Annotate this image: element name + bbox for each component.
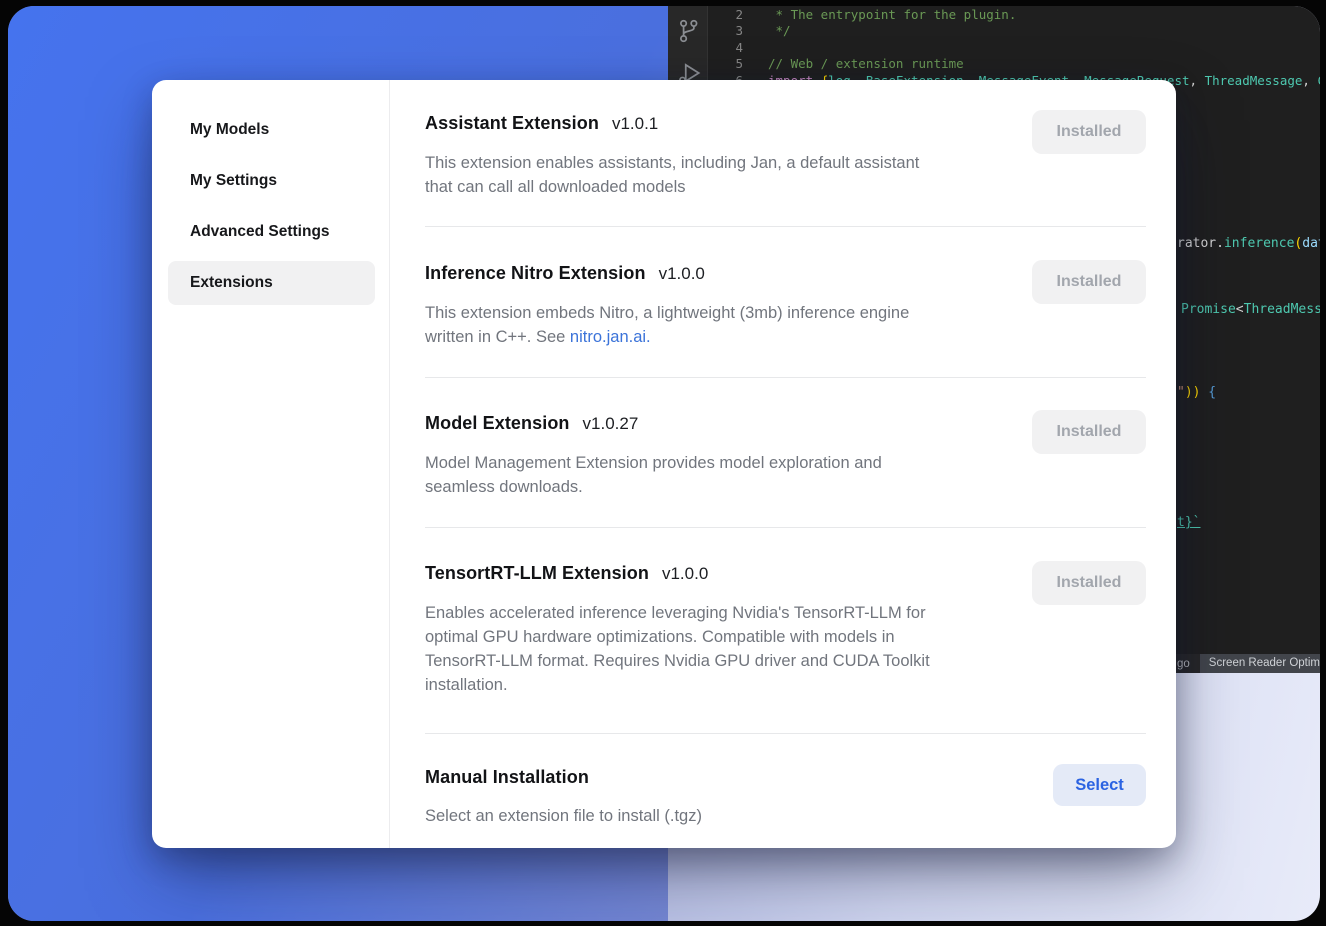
installed-button[interactable]: Installed: [1032, 110, 1146, 154]
code-line: 5 // Web / extension runtime: [709, 56, 1320, 72]
installed-button[interactable]: Installed: [1032, 410, 1146, 454]
sidebar-item-advanced-settings[interactable]: Advanced Settings: [168, 210, 375, 254]
divider: [425, 377, 1146, 378]
source-control-icon[interactable]: [676, 18, 702, 44]
code-text: */: [768, 23, 791, 39]
settings-sidebar: My Models My Settings Advanced Settings …: [152, 80, 390, 848]
extension-name: Assistant Extension: [425, 110, 599, 136]
line-number: 2: [709, 7, 746, 23]
code-fragment: rator.inference(data));: [1177, 236, 1320, 251]
extension-name: Model Extension: [425, 410, 570, 436]
extension-version: v1.0.27: [583, 411, 639, 437]
installed-button[interactable]: Installed: [1032, 260, 1146, 304]
line-number: 4: [709, 40, 746, 56]
divider: [425, 527, 1146, 528]
installed-button[interactable]: Installed: [1032, 561, 1146, 605]
code-fragment: t}`: [1177, 515, 1200, 530]
line-number: 3: [709, 23, 746, 39]
extension-description: Enables accelerated inference leveraging…: [425, 601, 1015, 697]
extension-name: Inference Nitro Extension: [425, 260, 646, 286]
manual-installation-title: Manual Installation: [425, 764, 589, 790]
code-text: // Web / extension runtime: [768, 56, 964, 72]
extension-version: v1.0.0: [662, 561, 708, 587]
code-line: 2 * The entrypoint for the plugin.: [709, 7, 1320, 23]
status-bar-text: go: [1177, 658, 1190, 670]
desktop-screenshot: 2 * The entrypoint for the plugin. 3 */ …: [8, 6, 1320, 921]
extension-description: Model Management Extension provides mode…: [425, 451, 1015, 499]
code-line: 4: [709, 40, 1320, 56]
extension-version: v1.0.0: [659, 261, 705, 287]
select-file-button[interactable]: Select: [1053, 764, 1146, 806]
sidebar-item-my-models[interactable]: My Models: [168, 108, 375, 152]
extension-name: TensortRT-LLM Extension: [425, 560, 649, 586]
code-line: 3 */: [709, 23, 1320, 39]
line-number: 5: [709, 56, 746, 72]
code-fragment: ")) {: [1177, 385, 1216, 400]
nitro-jan-ai-link[interactable]: nitro.jan.ai.: [570, 328, 651, 346]
manual-installation-description: Select an extension file to install (.tg…: [425, 804, 1015, 828]
divider: [425, 226, 1146, 227]
settings-panel: My Models My Settings Advanced Settings …: [152, 80, 1176, 848]
extension-version: v1.0.1: [612, 111, 658, 137]
manual-installation-section: Manual Installation Select an extension …: [425, 764, 1146, 828]
sidebar-item-my-settings[interactable]: My Settings: [168, 159, 375, 203]
extensions-list: Assistant Extension v1.0.1 This extensio…: [390, 80, 1176, 848]
desktop-background: 2 * The entrypoint for the plugin. 3 */ …: [0, 0, 1326, 926]
extension-description: This extension embeds Nitro, a lightweig…: [425, 301, 1015, 349]
extension-description: This extension enables assistants, inclu…: [425, 151, 1015, 199]
divider: [425, 733, 1146, 734]
code-fragment: Promise<ThreadMessage>: [1181, 302, 1320, 317]
screen-reader-optimized-status[interactable]: Screen Reader Optimized: [1200, 654, 1320, 673]
code-text: * The entrypoint for the plugin.: [768, 7, 1016, 23]
sidebar-item-extensions[interactable]: Extensions: [168, 261, 375, 305]
